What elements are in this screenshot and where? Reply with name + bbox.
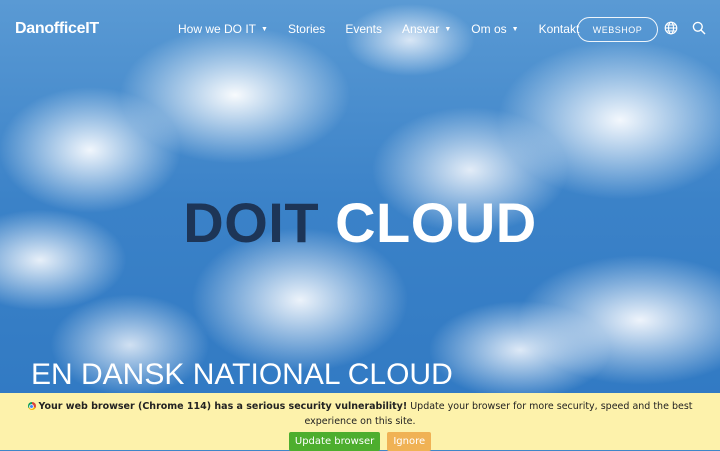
nav-item-kontakt[interactable]: Kontakt [539, 22, 580, 36]
nav-item-label: Stories [287, 22, 326, 36]
banner-message: Your web browser (Chrome 114) has a seri… [27, 401, 693, 427]
search-icon[interactable] [692, 21, 708, 37]
chevron-down-icon: ▼ [444, 25, 452, 33]
hero-title-doit: DOIT [183, 191, 320, 254]
chevron-down-icon: ▼ [261, 25, 268, 33]
nav-item-events[interactable]: Events [345, 22, 382, 36]
chrome-icon [27, 402, 36, 410]
ignore-button[interactable]: Ignore [387, 432, 432, 451]
nav-item-label: Om os [471, 22, 507, 36]
globe-icon[interactable] [664, 21, 680, 37]
nav-item-label: Events [345, 22, 382, 36]
update-browser-button[interactable]: Update browser [288, 432, 381, 451]
logo[interactable]: DanofficeIT [15, 20, 99, 38]
hero-title: DOIT CLOUD [0, 188, 720, 258]
browser-update-banner: Your web browser (Chrome 114) has a seri… [0, 393, 720, 451]
main-nav: How we DO IT ▼ Stories Events Ansvar ▼ O… [178, 22, 599, 36]
nav-item-ansvar[interactable]: Ansvar ▼ [402, 22, 451, 36]
nav-item-om-os[interactable]: Om os ▼ [471, 22, 518, 36]
nav-item-label: How we DO IT [178, 22, 257, 36]
banner-warning: Your web browser (Chrome 114) has a seri… [38, 401, 408, 412]
site-header: DanofficeIT How we DO IT ▼ Stories Event… [0, 0, 720, 58]
banner-buttons: Update browser Ignore [0, 432, 720, 451]
hero-title-cloud: CLOUD [335, 191, 537, 254]
webshop-button[interactable]: WEBSHOP [577, 17, 658, 42]
hero-subtitle: EN DANSK NATIONAL CLOUD [31, 358, 453, 391]
nav-item-label: Kontakt [538, 22, 580, 36]
nav-item-stories[interactable]: Stories [288, 22, 325, 36]
nav-item-how-we-do-it[interactable]: How we DO IT ▼ [178, 22, 268, 36]
chevron-down-icon: ▼ [511, 25, 519, 33]
nav-item-label: Ansvar [402, 22, 440, 36]
